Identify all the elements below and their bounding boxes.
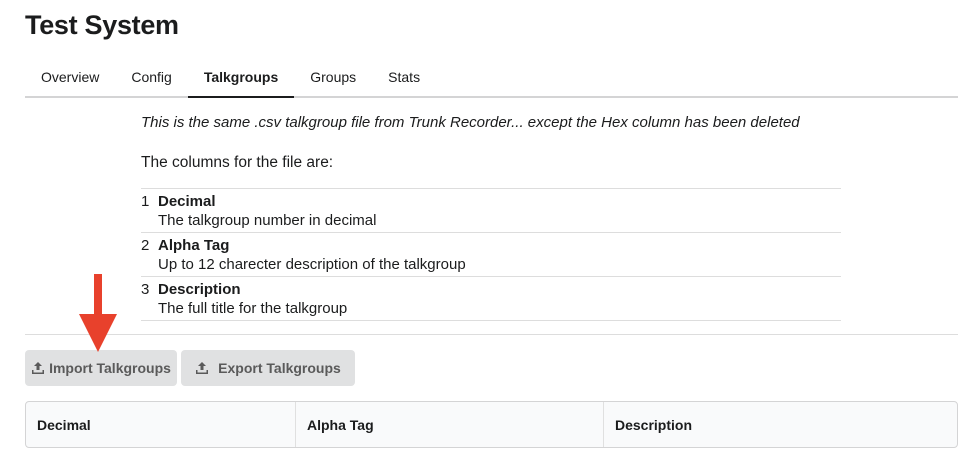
list-item-number: 1 <box>141 193 150 210</box>
columns-heading: The columns for the file are: <box>141 154 334 171</box>
list-item-name: Description <box>158 281 241 298</box>
import-talkgroups-label: Import Talkgroups <box>49 360 171 376</box>
intro-text: This is the same .csv talkgroup file fro… <box>141 114 800 131</box>
talkgroups-table: Decimal Alpha Tag Description <box>25 401 958 448</box>
tab-talkgroups[interactable]: Talkgroups <box>187 58 295 98</box>
list-item: 3 Description The full title for the tal… <box>141 277 841 321</box>
upload-icon <box>32 362 45 374</box>
column-header-alpha-tag[interactable]: Alpha Tag <box>296 402 604 447</box>
list-item-name: Alpha Tag <box>158 237 230 254</box>
upload-icon <box>196 362 209 374</box>
red-arrow-down-icon <box>79 274 117 352</box>
tab-stats[interactable]: Stats <box>372 58 436 98</box>
talkgroups-help: This is the same .csv talkgroup file fro… <box>141 112 841 321</box>
export-talkgroups-button[interactable]: Export Talkgroups <box>181 350 355 386</box>
tab-overview[interactable]: Overview <box>25 58 115 98</box>
column-header-description[interactable]: Description <box>604 402 957 447</box>
import-talkgroups-button[interactable]: Import Talkgroups <box>25 350 177 386</box>
page: Test System Overview Config Talkgroups G… <box>0 0 980 475</box>
column-header-decimal[interactable]: Decimal <box>26 402 296 447</box>
list-item-name: Decimal <box>158 193 216 210</box>
list-item-number: 3 <box>141 281 150 298</box>
tab-config[interactable]: Config <box>115 58 187 98</box>
page-title: Test System <box>25 10 179 40</box>
tab-groups[interactable]: Groups <box>294 58 372 98</box>
list-item-description: The talkgroup number in decimal <box>158 212 377 229</box>
columns-list: 1 Decimal The talkgroup number in decima… <box>141 188 841 321</box>
section-divider <box>25 334 958 335</box>
list-item-number: 2 <box>141 237 150 254</box>
list-item: 2 Alpha Tag Up to 12 charecter descripti… <box>141 233 841 277</box>
list-item-description: Up to 12 charecter description of the ta… <box>158 256 466 273</box>
tab-bar: Overview Config Talkgroups Groups Stats <box>25 58 958 98</box>
list-item: 1 Decimal The talkgroup number in decima… <box>141 189 841 233</box>
export-talkgroups-label: Export Talkgroups <box>218 360 341 376</box>
list-item-description: The full title for the talkgroup <box>158 300 348 317</box>
